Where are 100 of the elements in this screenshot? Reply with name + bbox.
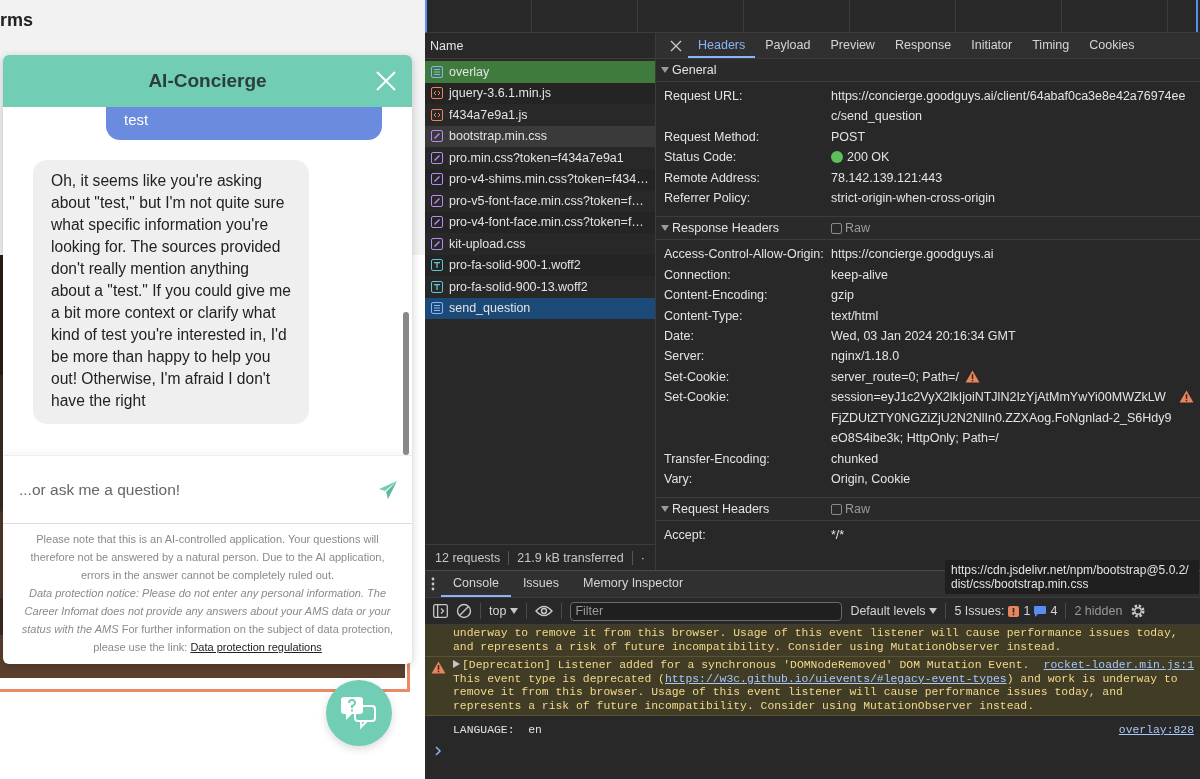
error-count: 1 [1023,604,1031,618]
info-count: 4 [1050,604,1058,618]
header-value: strict-origin-when-cross-origin [831,190,995,208]
raw-checkbox[interactable] [831,222,842,234]
document-icon [431,65,443,78]
section-title[interactable]: Response Headers [672,221,779,236]
header-value: chunked [831,450,879,468]
scrollbar[interactable] [403,312,409,455]
bot-message: Oh, it seems like you're asking about "test," but I'm not quite sure what specific information you're looking for. The sources provided don't really mention anything about a "test." If you could give me a bit more context or clarify what kind of test you're interested in, I'd be more than happy to help you out! Otherwise, I'm afraid I don't have the right [33,160,309,424]
header-value: keep-alive [831,266,888,284]
header-value: https://concierge.goodguys.ai [831,246,994,264]
source-link[interactable]: overlay:828 [1118,724,1194,738]
header-name: Connection: [663,266,732,284]
header-name: Request URL: [663,88,744,105]
request-row[interactable]: pro.min.css?token=f434a7e9a1 [425,147,655,169]
warning-icon [431,661,446,674]
header-name: Content-Type: [663,307,744,325]
stylesheet-icon [431,130,443,143]
header-value: Origin, Cookie [831,470,911,488]
request-row[interactable]: pro-v4-font-face.min.css?token=f… [425,211,655,233]
section-title[interactable]: Request Headers [672,502,770,517]
expand-icon[interactable] [453,660,460,668]
collapse-icon[interactable] [661,224,669,233]
font-file-icon [431,259,443,272]
eye-icon[interactable] [535,605,554,617]
document-icon [431,302,443,315]
chat-title: AI-Concierge [148,70,267,92]
request-row[interactable]: bootstrap.min.css [425,125,655,147]
header-value: nginx/1.18.0 [831,348,900,366]
privacy-link[interactable]: Data protection regulations [190,641,322,653]
clear-icon[interactable] [456,603,472,619]
request-row[interactable]: jquery-3.6.1.min.js [425,82,655,104]
header-name: Status Code: [663,149,738,167]
stylesheet-icon [431,237,443,250]
detail-tab[interactable]: Response [884,33,962,58]
header-name: Server: [663,348,706,366]
request-row[interactable]: send_question [425,297,655,319]
header-name: Request Method: [663,128,761,146]
stylesheet-icon [431,194,443,207]
header-value: https://concierge.goodguys.ai/client/64abaf0ca3e8e42a76974eec/send_question [831,88,1187,126]
user-message: test [106,107,382,140]
docs-link[interactable]: https://w3c.github.io/uievents/#legacy-event-types [664,672,1007,685]
levels-dropdown[interactable]: Default levels [850,604,938,618]
console-message: underway to remove it from this browser. Usage of this event listener will cause performance issues today, and represents a risk of future incompatibility. Consider using MutationObserver instead. [453,627,1179,653]
drawer-tab[interactable]: Issues [510,571,571,597]
header-value: server_route=0; Path=/ [831,368,959,386]
url-tooltip: https://cdn.jsdelivr.net/npm/bootstrap@5.0.2/dist/css/bootstrap.min.css [945,560,1199,594]
header-name: Referrer Policy: [663,190,752,208]
section-title[interactable]: General [672,63,717,77]
caret-icon [929,608,938,614]
summary-text: 12 requests [435,550,501,565]
request-row[interactable]: f434a7e9a1.js [425,104,655,126]
prompt-icon [435,745,442,756]
request-row[interactable]: overlay [425,61,655,83]
sidebar-icon[interactable] [433,604,448,618]
header-value: 200 OK [847,149,890,167]
header-name: Remote Address: [663,169,761,187]
collapse-icon[interactable] [661,66,669,74]
question-field[interactable]: ...or ask me a question! [17,479,378,500]
status-dot [831,151,843,164]
raw-checkbox[interactable] [831,503,842,515]
hidden-count: 2 hidden [1074,604,1123,618]
context-dropdown[interactable]: top [489,604,519,618]
warning-icon [1179,390,1194,404]
header-value: 78.142.139.121:443 [831,169,943,187]
summary-text: 21.9 kB transferred [517,550,624,565]
issues-label: 5 Issues: [954,604,1005,618]
font-file-icon [431,280,443,293]
detail-tab[interactable]: Cookies [1079,33,1145,58]
stylesheet-icon [431,151,443,164]
request-row[interactable]: pro-v5-font-face.min.css?token=f… [425,190,655,212]
error-icon [1008,605,1020,617]
drawer-tab[interactable]: Memory Inspector [571,571,696,597]
detail-tab[interactable]: Initiator [961,33,1023,58]
request-row[interactable]: kit-upload.css [425,233,655,255]
header-name: Accept: [663,527,707,545]
drawer-tab[interactable]: Console [441,571,511,597]
summary-text: · [640,550,645,565]
stylesheet-icon [431,173,443,186]
header-name: Date: [663,328,695,346]
header-name: Content-Encoding: [663,287,769,305]
detail-tab[interactable]: Payload [755,33,821,58]
ai-notice: Please note that this is an AI-controlled application. Your questions will therefore not be answered by a natural person. Due to the AI application, errors in the answer cannot be completely ruled out. [29,532,386,583]
detail-tab[interactable]: Timing [1022,33,1080,58]
header-name: Access-Control-Allow-Origin: [663,246,825,264]
request-row[interactable]: pro-fa-solid-900-1.woff2 [425,254,655,276]
source-link[interactable]: rocket-loader.min.js:1 [1043,659,1194,673]
caret-icon [510,608,519,614]
detail-tab[interactable]: Preview [820,33,885,58]
script-icon [431,87,443,100]
collapse-icon[interactable] [661,505,669,514]
request-row[interactable]: pro-fa-solid-900-13.woff2 [425,276,655,298]
column-header: Name [430,38,464,53]
filter-field[interactable]: Filter [570,601,843,621]
settings-icon[interactable] [1130,603,1147,619]
header-value: gzip [831,287,854,305]
request-row[interactable]: pro-v4-shims.min.css?token=f434… [425,168,655,190]
header-name: Set-Cookie: [663,368,731,386]
header-value: Wed, 03 Jan 2024 20:16:34 GMT [831,328,1016,346]
warning-icon [964,369,980,383]
